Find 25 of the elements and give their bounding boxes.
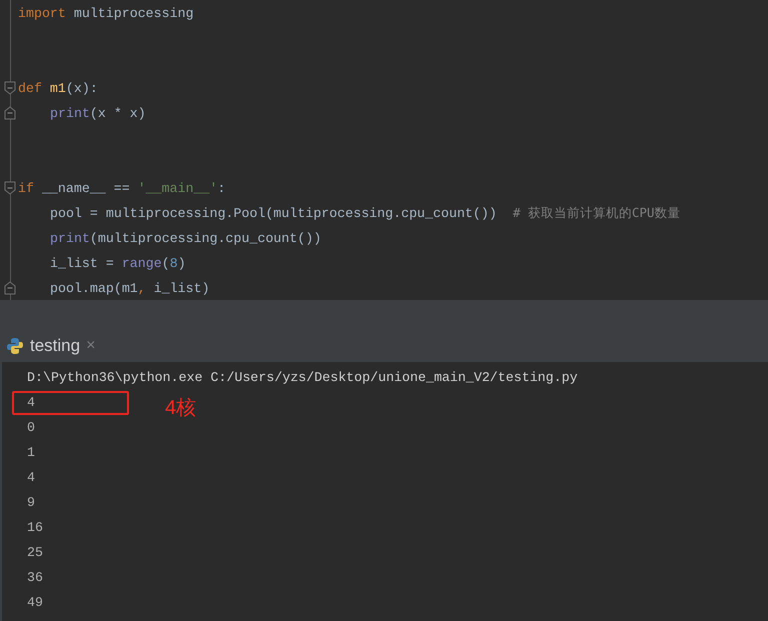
output-line: 36	[27, 568, 43, 587]
fold-marker-icon[interactable]	[4, 106, 16, 120]
output-line: 25	[27, 544, 43, 562]
output-line: 1	[27, 444, 35, 462]
output-line: 4	[27, 468, 35, 487]
code-line: pool = multiprocessing.Pool(multiprocessing.cpu_count()) # 获取当前计算机的CPU数量	[50, 204, 680, 223]
output-line: 49	[27, 594, 43, 612]
python-logo-icon	[6, 337, 24, 355]
output-line: 0	[27, 418, 35, 437]
command-line: D:\Python36\python.exe C:/Users/yzs/Desktop/unione_main_V2/testing.py	[27, 368, 578, 387]
output-line: 9	[27, 494, 35, 512]
code-line: i_list = range(8)	[50, 254, 186, 273]
code-line: def m1(x):	[18, 80, 98, 98]
tab-label: testing	[30, 335, 80, 358]
output-line: 16	[27, 518, 43, 537]
annotation-text: 4核	[165, 396, 196, 421]
fold-marker-icon[interactable]	[4, 81, 16, 95]
code-line: print(x * x)	[50, 104, 146, 123]
code-line: pool.map(m1, i_list)	[50, 280, 210, 298]
code-line: import multiprocessing	[18, 4, 194, 23]
code-line: if __name__ == '__main__':	[18, 180, 226, 198]
output-line: 4	[27, 394, 35, 412]
fold-marker-icon[interactable]	[4, 181, 16, 195]
fold-marker-icon[interactable]	[4, 281, 16, 295]
code-line: print(multiprocessing.cpu_count())	[50, 230, 322, 248]
